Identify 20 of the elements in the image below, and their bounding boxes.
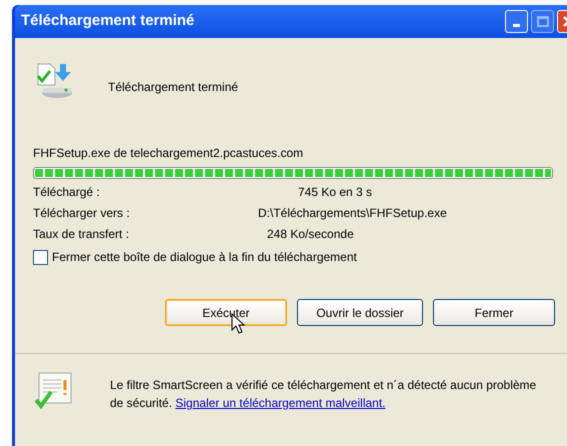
security-check-icon xyxy=(35,372,73,410)
status-message: Téléchargement terminé xyxy=(108,79,238,96)
detail-value: D:\Téléchargements\FHFSetup.exe xyxy=(257,204,447,222)
detail-value: 248 Ko/seconde xyxy=(266,226,354,242)
report-link[interactable]: Signaler un téléchargement malveillant. xyxy=(175,396,386,410)
detail-label: Télécharger vers : xyxy=(33,204,131,222)
detail-label: Taux de transfert : xyxy=(33,226,130,242)
dialog-button[interactable]: Ouvrir le dossier xyxy=(297,299,423,326)
maximize-icon[interactable] xyxy=(531,10,554,33)
detail-label: Téléchargé : xyxy=(33,184,101,200)
checkbox-label: Fermer cette boîte de dialogue à la fin du téléchargement xyxy=(52,249,357,266)
window-title: Téléchargement terminé xyxy=(21,11,196,32)
minimize-icon[interactable] xyxy=(505,10,528,33)
close-on-finish-checkbox[interactable] xyxy=(33,250,48,264)
download-complete-icon xyxy=(35,62,75,100)
detail-value: 745 Ko en 3 s xyxy=(297,184,372,200)
smartscreen-message: Le filtre SmartScreen a vérifié ce téléchargement et n´a détecté aucun problème de sécurité. Signaler un téléchargement malveillant. xyxy=(110,377,538,412)
file-source: FHFSetup.exe de telechargement2.pcastuces.com xyxy=(33,145,304,162)
dialog-button[interactable]: Fermer xyxy=(433,299,555,326)
dialog-button[interactable]: Exécuter xyxy=(165,299,287,326)
